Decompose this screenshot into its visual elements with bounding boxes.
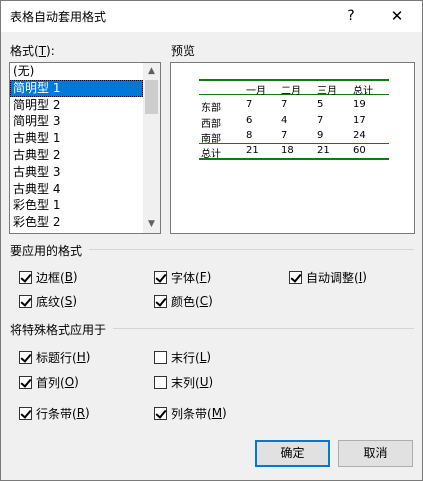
checkbox-heading-rows[interactable]: 标题行(H) [19,349,90,365]
preview-header-cell: 总计 [353,86,373,97]
preview-cell: 18 [281,145,294,156]
preview-cell: 17 [353,115,366,126]
preview-cell: 东部 [201,103,221,114]
scroll-thumb[interactable] [145,80,158,114]
preview-cell: 7 [317,115,324,126]
apply-group-label: 要应用的格式 [10,244,83,258]
checkbox-heading-rows-box[interactable] [19,350,32,364]
preview-header-cell: 三月 [317,86,337,97]
checkbox-first-column[interactable]: 首列(O) [19,374,79,390]
formats-list: (无) 简明型 1 简明型 2 简明型 3 古典型 1 古典型 2 古典型 3 古典型 4 彩色… [10,63,160,231]
special-group-label: 将特殊格式应用于 [10,323,107,337]
format-list-item[interactable]: 古典型 2 [10,147,143,164]
ok-button[interactable]: 确定 [255,440,330,467]
preview-cell: 7 [281,130,288,141]
checkbox-first-column-box[interactable] [19,375,32,389]
preview-cell: 60 [353,145,366,156]
checkbox-last-column[interactable]: 末列(U) [154,374,213,390]
close-button[interactable]: ✕ [383,4,411,28]
formats-listbox[interactable]: (无) 简明型 1 简明型 2 简明型 3 古典型 1 古典型 2 古典型 3 古典型 4 彩色… [9,62,161,234]
format-list-item[interactable]: 彩色型 1 [10,197,143,214]
format-list-item[interactable]: 彩色型 2 [10,214,143,231]
preview-cell: 9 [317,130,324,141]
preview-bottom-rule [199,158,389,160]
preview-cell: 4 [281,115,288,126]
checkbox-font[interactable]: 字体(F) [154,269,211,285]
checkbox-last-column-box[interactable] [154,375,167,389]
auto-format-dialog: 表格自动套用格式 ? ✕ 格式(T): (无) 简明型 1 简明型 2 简明型 3 古典… [0,0,423,481]
preview-label: 预览 [171,44,196,58]
preview-cell: 5 [317,99,324,110]
preview-cell: 19 [353,99,366,110]
special-group-separator [113,328,414,329]
checkbox-color-box[interactable] [154,294,167,308]
preview-cell: 7 [246,99,253,110]
checkbox-banded-columns-box[interactable] [154,406,167,420]
checkbox-banded-rows[interactable]: 行条带(R) [19,405,90,421]
checkbox-last-row[interactable]: 末行(L) [154,349,211,365]
format-list-item[interactable]: 简明型 2 [10,97,143,114]
formats-scrollbar[interactable]: ▲ ▼ [143,63,160,233]
checkbox-autofit[interactable]: 自动调整(I) [289,269,367,285]
preview-header-cell: 二月 [281,86,301,97]
checkbox-shading-box[interactable] [19,294,32,308]
preview-cell: 21 [317,145,330,156]
preview-total-rule [199,143,389,144]
checkbox-autofit-box[interactable] [289,270,302,284]
checkbox-shading[interactable]: 底纹(S) [19,293,77,309]
preview-cell: 24 [353,130,366,141]
checkbox-banded-columns[interactable]: 列条带(M) [154,405,227,421]
checkbox-banded-rows-box[interactable] [19,406,32,420]
preview-header-cell: 一月 [246,86,266,97]
dialog-title: 表格自动套用格式 [10,10,107,24]
preview-cell: 21 [246,145,259,156]
title-bar: 表格自动套用格式 ? ✕ [1,1,422,32]
preview-box: 一月 二月 三月 总计 东部 7 7 5 19 西部 6 4 7 17 南部 8 7 9 24 总计 21 18 21 60 [170,62,415,234]
preview-cell: 西部 [201,119,221,130]
format-list-item[interactable]: 古典型 3 [10,164,143,181]
preview-cell: 6 [246,115,253,126]
scroll-down-arrow-icon[interactable]: ▼ [143,216,160,233]
help-button[interactable]: ? [337,4,365,28]
preview-cell: 8 [246,130,253,141]
scroll-up-arrow-icon[interactable]: ▲ [143,63,160,80]
format-list-item[interactable]: 简明型 3 [10,113,143,130]
format-list-item[interactable]: (无) [10,63,143,80]
checkbox-font-box[interactable] [154,270,167,284]
preview-cell: 总计 [201,149,221,160]
preview-cell: 7 [281,99,288,110]
checkbox-color[interactable]: 颜色(C) [154,293,213,309]
checkbox-borders[interactable]: 边框(B) [19,269,78,285]
preview-cell: 南部 [201,134,221,145]
format-list-item[interactable]: 古典型 4 [10,181,143,198]
format-list-item[interactable]: 简明型 1 [10,79,143,97]
checkbox-last-row-box[interactable] [154,350,167,364]
checkbox-borders-box[interactable] [19,270,32,284]
preview-top-rule [199,79,389,81]
cancel-button[interactable]: 取消 [338,440,413,467]
format-list-item[interactable]: 古典型 1 [10,130,143,147]
formats-label: 格式(T): [10,44,55,58]
apply-group-separator [89,249,414,250]
